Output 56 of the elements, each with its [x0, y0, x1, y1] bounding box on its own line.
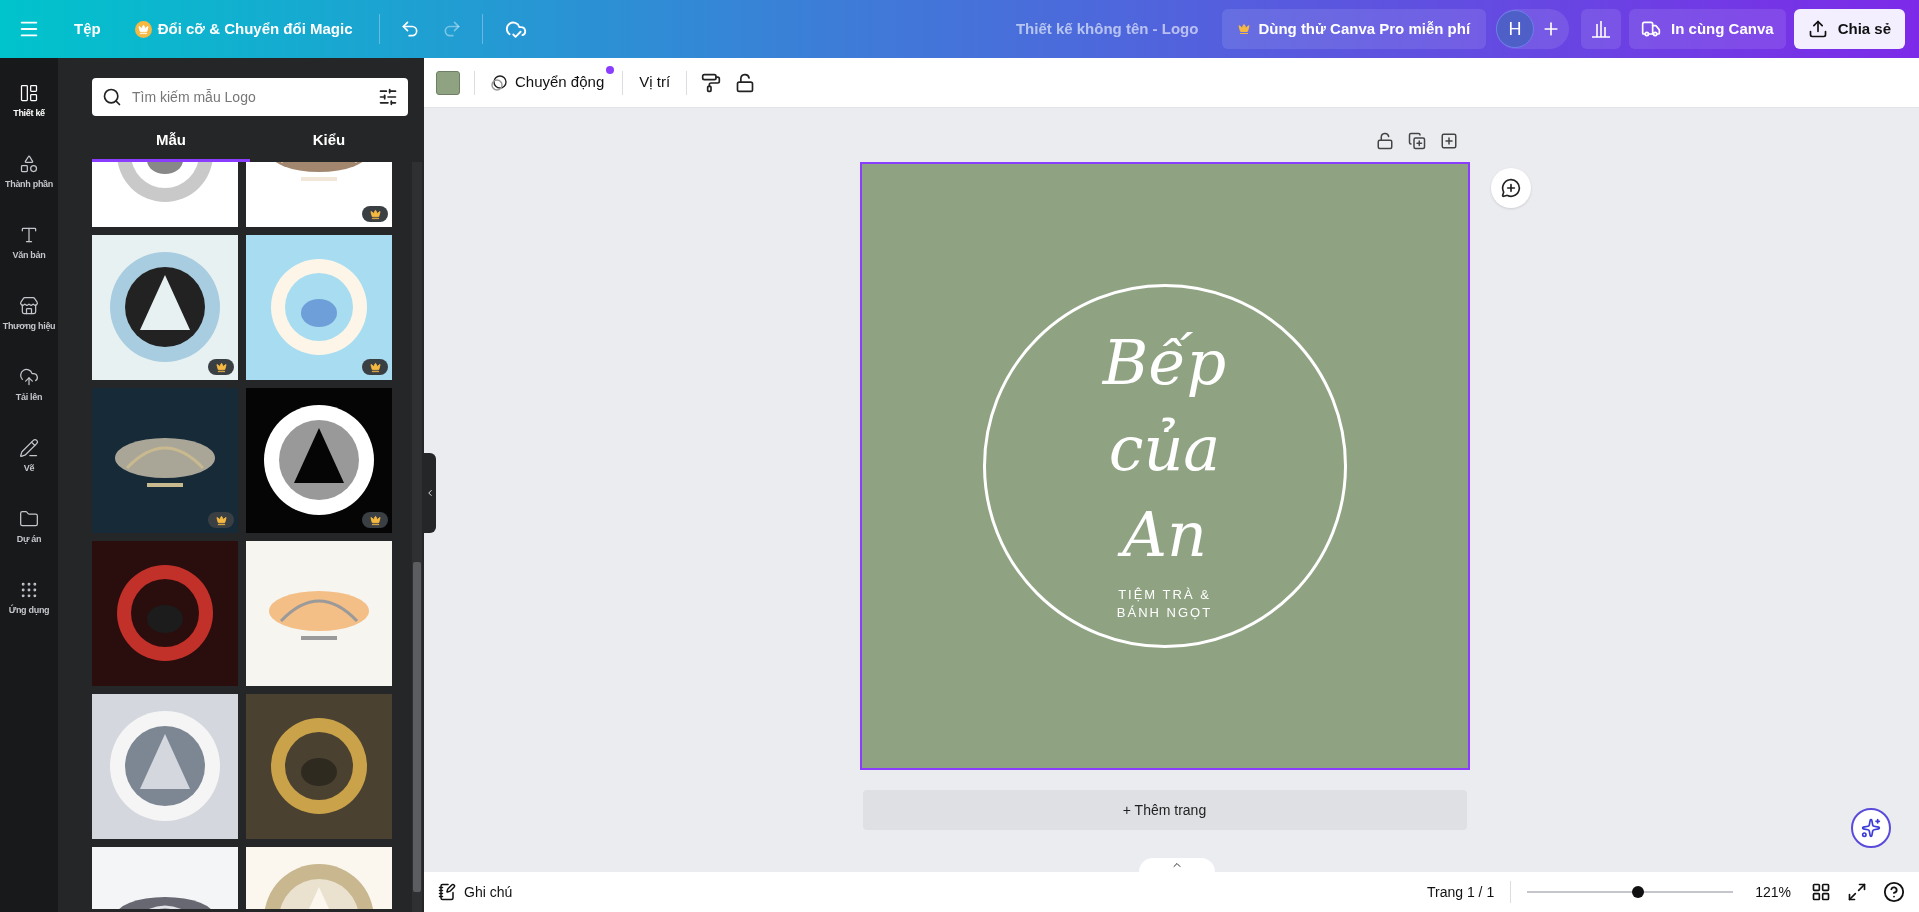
rail-item[interactable]: Thương hiệu	[0, 279, 58, 350]
shapes-icon	[19, 153, 39, 174]
search-icon	[102, 87, 122, 107]
assistant-button[interactable]	[1851, 808, 1891, 848]
add-page-button[interactable]: + Thêm trang	[862, 790, 1467, 830]
notes-icon	[438, 883, 456, 901]
panel-tab[interactable]: Kiểu	[250, 122, 408, 162]
page-indicator[interactable]: Trang 1 / 1	[1427, 881, 1495, 903]
grid-view-icon[interactable]	[1811, 882, 1831, 902]
position-button[interactable]: Vị trí	[637, 71, 673, 94]
upload-icon	[1807, 19, 1828, 39]
add-comment-button[interactable]	[1490, 168, 1531, 208]
pencil-icon	[19, 437, 39, 458]
help-icon[interactable]	[1883, 881, 1905, 903]
color-swatch[interactable]	[436, 70, 460, 95]
undo-icon[interactable]	[399, 19, 420, 39]
expand-handle[interactable]	[1139, 858, 1215, 872]
collapse-panel-handle[interactable]	[424, 453, 436, 533]
print-button[interactable]: In cùng Canva	[1629, 9, 1786, 49]
add-page-icon[interactable]	[1439, 132, 1458, 150]
pro-trial-button[interactable]: Dùng thử Canva Pro miễn phí	[1222, 9, 1487, 49]
zoom-slider[interactable]	[1527, 885, 1734, 899]
rail-item[interactable]: Văn bản	[0, 208, 58, 279]
sparkle-icon	[1861, 818, 1881, 838]
comment-plus-icon	[1500, 178, 1521, 198]
cloud-upload-icon	[19, 366, 39, 387]
animate-button[interactable]: Chuyển động	[487, 66, 615, 99]
crown-icon	[1238, 23, 1251, 35]
scrollbar[interactable]	[412, 162, 422, 912]
fullscreen-icon[interactable]	[1847, 882, 1867, 902]
paint-roller-icon[interactable]	[701, 72, 722, 93]
duplicate-page-icon[interactable]	[1407, 132, 1426, 150]
unlock-icon[interactable]	[735, 72, 756, 93]
rail-item[interactable]: Tải lên	[0, 350, 58, 421]
rail-item[interactable]: Dự án	[0, 492, 58, 563]
zoom-percent[interactable]: 121%	[1755, 881, 1791, 903]
logo-subtitle: TIỆM TRÀ & BÁNH NGỌT	[1116, 586, 1213, 622]
rail-item[interactable]: Thành phần	[0, 137, 58, 208]
chevron-left-icon	[425, 488, 435, 498]
search-field[interactable]: Tìm kiếm mẫu Logo	[92, 78, 408, 116]
share-button[interactable]: Chia sẻ	[1793, 9, 1905, 49]
rail-item[interactable]: Thiết kế	[0, 66, 58, 137]
truck-icon	[1641, 19, 1662, 39]
crown-icon	[134, 20, 152, 38]
layout-icon	[19, 82, 39, 103]
notes-button[interactable]: Ghi chú	[438, 881, 513, 903]
store-icon	[19, 295, 39, 316]
folder-icon	[19, 508, 39, 529]
motion-icon	[489, 72, 509, 93]
avatar[interactable]: H	[1496, 10, 1535, 48]
filter-icon[interactable]	[378, 87, 398, 107]
bar-chart-icon[interactable]	[1591, 20, 1612, 38]
logo-title: Bếp của An	[1102, 325, 1227, 573]
unlock-icon[interactable]	[1375, 132, 1394, 150]
rail-item[interactable]: Ứng dụng	[0, 563, 58, 634]
rail-item[interactable]: Vẽ	[0, 421, 58, 492]
